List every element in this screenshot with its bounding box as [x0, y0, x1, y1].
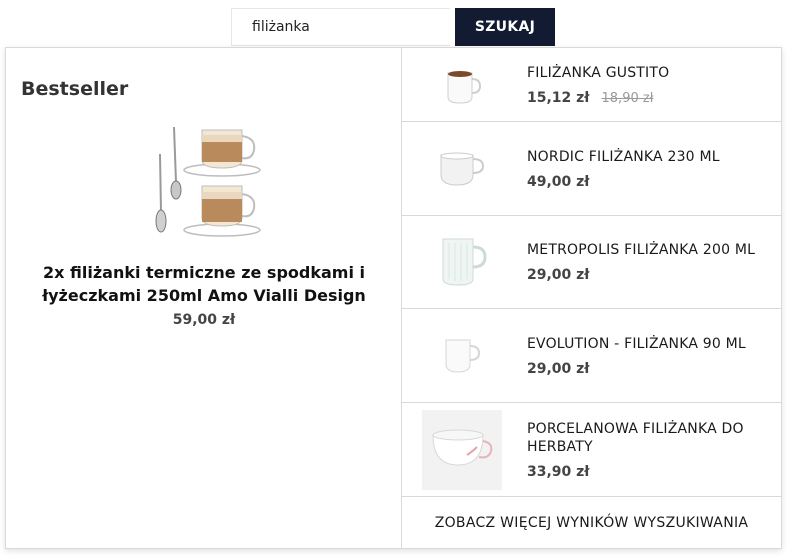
search-bar: SZUKAJ [231, 8, 555, 46]
result-price: 29,00 zł [527, 360, 590, 377]
result-item[interactable]: METROPOLIS FILIŻANKA 200 ML 29,00 zł [402, 216, 781, 309]
result-name: NORDIC FILIŻANKA 230 ML [527, 148, 720, 165]
result-old-price: 18,90 zł [601, 90, 654, 106]
search-input[interactable] [231, 8, 450, 46]
result-price: 49,00 zł [527, 173, 590, 190]
bestseller-panel: Bestseller 2x filiżanki termiczne ze spo… [6, 48, 402, 548]
glass-cup-icon [183, 185, 261, 237]
glass-cup-icon [183, 129, 261, 177]
cup-icon [447, 70, 482, 104]
result-name: FILIŻANKA GUSTITO [527, 64, 670, 81]
result-name: EVOLUTION - FILIŻANKA 90 ML [527, 335, 746, 352]
mug-icon [442, 238, 487, 286]
cup-icon [440, 152, 485, 186]
bestseller-product-image[interactable] [134, 122, 264, 242]
see-more-results-link[interactable]: ZOBACZ WIĘCEJ WYNIKÓW WYSZUKIWANIA [402, 497, 781, 548]
result-price: 29,00 zł [527, 267, 590, 283]
cup-icon [445, 339, 481, 373]
result-item[interactable]: NORDIC FILIŻANKA 230 ML 49,00 zł [402, 122, 781, 216]
result-item[interactable]: EVOLUTION - FILIŻANKA 90 ML 29,00 zł [402, 309, 781, 403]
results-list: FILIŻANKA GUSTITO 15,12 zł 18,90 zł NORDI… [402, 48, 781, 548]
result-price: 15,12 zł [527, 89, 590, 106]
result-item[interactable]: FILIŻANKA GUSTITO 15,12 zł 18,90 zł [402, 48, 781, 122]
spoon-icon [155, 126, 182, 233]
result-name: METROPOLIS FILIŻANKA 200 ML [527, 242, 756, 258]
product-thumbnail [422, 222, 502, 302]
product-thumbnail [422, 316, 502, 396]
product-thumbnail [422, 409, 502, 490]
result-price: 33,90 zł [527, 463, 590, 480]
result-name: PORCELANOWA FILIŻANKA DO HERBATY [527, 420, 744, 455]
bestseller-heading: Bestseller [21, 78, 129, 100]
teacup-icon [432, 429, 493, 466]
result-item[interactable]: PORCELANOWA FILIŻANKA DO HERBATY 33,90 z… [402, 403, 781, 497]
search-button[interactable]: SZUKAJ [455, 8, 555, 46]
product-thumbnail [422, 45, 502, 125]
bestseller-price: 59,00 zł [172, 312, 236, 328]
bestseller-product-name[interactable]: 2x filiżanki termiczne ze spodkami i łyż… [31, 261, 377, 307]
search-results-dropdown: Bestseller 2x filiżanki termiczne ze spo… [5, 47, 782, 549]
product-thumbnail [422, 129, 502, 209]
